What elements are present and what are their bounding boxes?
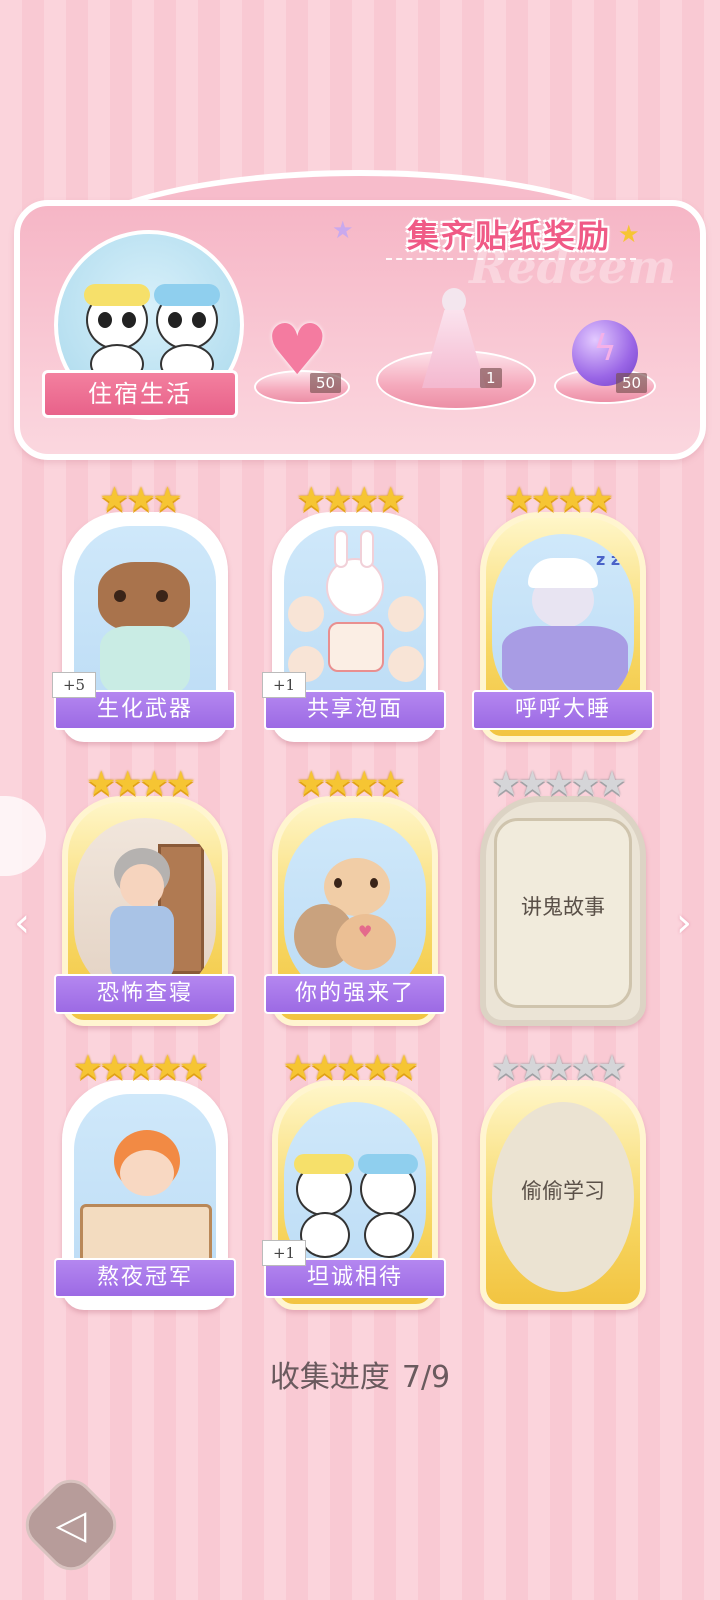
sticker-card[interactable]: ★★★★★ 坦诚相待 +1 [262, 1050, 446, 1310]
card-stars: ★★★★★ [490, 764, 627, 804]
card-name: 呼呼大睡 [472, 690, 654, 730]
card-stars: ★★★★★ [282, 1048, 419, 1088]
reward-count: 50 [616, 373, 648, 393]
reward-count: 50 [310, 373, 342, 393]
next-page-arrow-icon[interactable]: › [676, 900, 692, 946]
sticker-card-locked[interactable]: ★★★★★ 讲鬼故事 [480, 766, 646, 1026]
sticker-card[interactable]: ♥ ★★★★ 你的强来了 [264, 766, 446, 1026]
duplicate-count-badge: +1 [262, 672, 306, 698]
duplicate-count-badge: +5 [52, 672, 96, 698]
card-art-cockroach: ♥ [284, 818, 426, 1000]
card-stars: ★★★★ [296, 480, 406, 520]
card-stars: ★★★ [99, 480, 182, 520]
sticker-card-locked[interactable]: ★★★★★ 偷偷学习 [480, 1050, 646, 1310]
duplicate-count-badge: +1 [262, 1240, 306, 1266]
collection-progress: 收集进度 7/9 [0, 1352, 720, 1396]
set-name-label: 住宿生活 [42, 370, 238, 418]
star-decoration-icon: ★ [332, 216, 354, 244]
back-icon[interactable]: ◁ [40, 1500, 102, 1550]
card-stars: ★★★★★ [72, 1048, 209, 1088]
card-name: 恐怖查寝 [54, 974, 236, 1014]
sticker-card[interactable]: ★★★★★ 熬夜冠军 [54, 1050, 236, 1310]
sticker-card[interactable]: ★★★★ 共享泡面 +1 [262, 482, 446, 742]
sticker-card[interactable]: z z ★★★★ 呼呼大睡 [472, 482, 654, 742]
card-stars: ★★★★★ [490, 1048, 627, 1088]
side-menu-tab[interactable] [0, 796, 46, 876]
locked-card-name: 偷偷学习 [521, 1179, 605, 1203]
locked-card-name: 讲鬼故事 [521, 895, 605, 919]
sticker-card[interactable]: ★★★★ 恐怖查寝 [54, 766, 236, 1026]
card-stars: ★★★★ [504, 480, 614, 520]
sticker-card[interactable]: ★★★ 生化武器 +5 [52, 482, 236, 742]
card-art-sleeping: z z [492, 534, 634, 716]
card-stars: ★★★★ [86, 764, 196, 804]
card-name: 熬夜冠军 [54, 1258, 236, 1298]
reward-banner: Redeem ★ ★ 集齐贴纸奖励 住宿生活 ♥ 50 1 ϟ 50 [14, 170, 706, 460]
progress-label: 收集进度 [269, 1360, 390, 1395]
reward-count: 1 [480, 368, 502, 388]
reward-title: 集齐贴纸奖励 [406, 217, 611, 255]
card-art-dorm-inspection [74, 818, 216, 1000]
card-name: 你的强来了 [264, 974, 446, 1014]
card-stars: ★★★★ [296, 764, 406, 804]
title-underline [386, 258, 636, 260]
progress-value: 7/9 [401, 1360, 451, 1395]
prev-page-arrow-icon[interactable]: ‹ [14, 900, 30, 946]
